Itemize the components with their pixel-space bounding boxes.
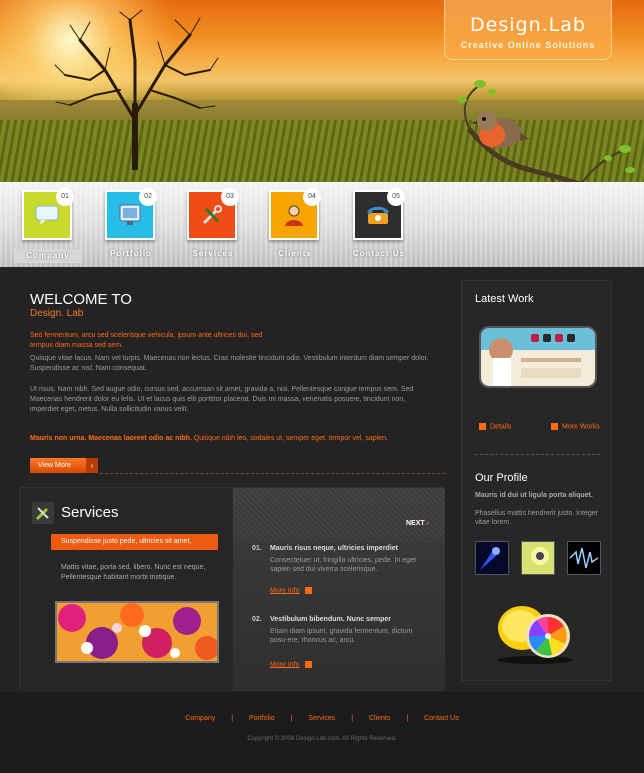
header-banner: Design.Lab Creative Online Solutions <box>0 0 644 182</box>
profile-thumbnail[interactable] <box>521 541 555 575</box>
profile-thumbnail[interactable] <box>475 541 509 575</box>
news-number: 01. <box>252 545 262 552</box>
profile-highlight: Mauris id dui ut ligula porta aliquet. <box>475 492 593 499</box>
nav-label-company: Company <box>14 249 82 263</box>
sidebar: Latest Work Details More Works Our Profi… <box>461 280 612 681</box>
nav-number: 03 <box>221 188 239 206</box>
footer-link-contact[interactable]: Contact Us <box>424 715 459 722</box>
latest-work-thumbnail[interactable] <box>479 326 597 388</box>
sidebar-divider <box>475 454 600 455</box>
nav-label-services: Services <box>192 249 234 258</box>
main-nav: 01 Company 02 Portfolio 03 Services 04 C… <box>0 182 644 267</box>
footer-link-portfolio[interactable]: Portfolio <box>249 715 275 722</box>
citrus-illustration <box>497 606 573 664</box>
footer-link-clients[interactable]: Clients <box>369 715 390 722</box>
services-intro: Services Suspendisse justo pede, ultrici… <box>20 488 232 691</box>
details-label: Details <box>490 423 512 431</box>
footer-links: Company | Portfolio | Services | Clients… <box>0 715 644 722</box>
dashed-divider <box>100 473 445 474</box>
news-body: Etiam diam ipsum, gravida fermentum, dic… <box>270 628 413 644</box>
more-info-label: More Info <box>270 587 300 595</box>
intro-text: Sed fermentum, arcu sed scelerisque vehi… <box>30 332 263 349</box>
news-number: 02. <box>252 616 262 623</box>
profile-title: Our Profile <box>475 472 528 484</box>
welcome-subtitle: Design. Lab <box>30 308 84 319</box>
phone-icon <box>367 206 389 224</box>
footer-link-services[interactable]: Services <box>308 715 335 722</box>
nav-item-company[interactable]: 01 Company <box>14 188 82 266</box>
footer-separator: | <box>406 715 409 722</box>
more-info-link[interactable]: More Info <box>270 587 312 594</box>
footer-separator: | <box>351 715 354 722</box>
profile-thumbnail[interactable] <box>567 541 601 575</box>
news-title: Vestibulum bibendum. Nunc semper <box>270 616 391 623</box>
footer-link-company[interactable]: Company <box>185 715 215 722</box>
tools-icon <box>202 205 222 225</box>
branch-illustration <box>457 80 635 182</box>
arrow-right-icon: › <box>86 458 98 473</box>
footer: Company | Portfolio | Services | Clients… <box>0 692 644 773</box>
tree-illustration <box>54 10 219 170</box>
services-text: Mattis vitae, porta sed, libero. Nunc es… <box>61 564 206 581</box>
nav-item-clients[interactable]: 04 Clients <box>267 188 327 266</box>
arrow-icon <box>304 587 312 594</box>
nav-number: 01 <box>56 188 74 206</box>
robin-bird-illustration <box>471 111 530 148</box>
nav-number: 02 <box>139 188 157 206</box>
main-content: WELCOME TO Design. Lab Sed fermentum, ar… <box>0 267 644 692</box>
welcome-paragraph-2: Ut risus. Nam nibh. Sed augue odio, curs… <box>30 386 414 413</box>
profile-text: Phasellus mattis hendrerit justo. Intege… <box>475 510 598 526</box>
news-item: 01. Mauris risus neque, ultricies imperd… <box>252 545 432 605</box>
news-body: Consectetuer ut, fringilla ultricies, pe… <box>270 557 416 573</box>
view-more-button[interactable]: View More › <box>30 458 98 473</box>
nav-item-contact[interactable]: 05 Contact Us <box>351 188 411 266</box>
arrow-icon <box>479 423 486 430</box>
nav-label-contact: Contact Us <box>352 249 406 258</box>
footer-separator: | <box>231 715 234 722</box>
logo-tagline: Creative Online Solutions <box>460 40 596 50</box>
news-title: Mauris risus neque, ultricies imperdiet <box>270 545 398 552</box>
arrow-icon <box>551 423 558 430</box>
services-title: Services <box>61 504 119 521</box>
nav-number: 05 <box>387 188 405 206</box>
services-highlight-bar: Suspendisse justo pede, ultricies sit am… <box>51 534 218 550</box>
logo-title: Design.Lab <box>470 14 586 36</box>
arrow-icon <box>304 661 312 668</box>
welcome-highlight: Mauris non urna. Maecenas laoreet odio a… <box>30 435 440 442</box>
welcome-paragraph-1: Quisque vitae lacus. Nam vel turpis. Mae… <box>30 355 429 372</box>
floral-artwork-image <box>55 601 219 663</box>
nav-item-portfolio[interactable]: 02 Portfolio <box>103 188 163 266</box>
highlight-rest: Quisque nibh leo, sodales ut, semper ege… <box>191 435 388 442</box>
footer-separator: | <box>290 715 293 722</box>
nav-label-portfolio: Portfolio <box>110 249 152 258</box>
nav-number: 04 <box>303 188 321 206</box>
details-link[interactable]: Details <box>479 423 511 430</box>
more-info-link[interactable]: More Info <box>270 661 312 668</box>
news-item: 02. Vestibulum bibendum. Nunc semper Eti… <box>252 616 432 676</box>
more-info-label: More Info <box>270 661 300 669</box>
next-arrow-icon: › <box>426 520 429 527</box>
latest-work-title: Latest Work <box>475 293 534 305</box>
more-works-label: More Works <box>562 423 600 431</box>
logo-box[interactable]: Design.Lab Creative Online Solutions <box>444 0 612 60</box>
more-works-link[interactable]: More Works <box>551 423 600 430</box>
monitor-icon <box>119 204 141 225</box>
chat-bubble-icon <box>35 205 59 225</box>
copyright-text: Copyright © 2008 Design Lab.com. All Rig… <box>247 736 397 742</box>
welcome-title: WELCOME TO <box>30 291 132 308</box>
nav-label-clients: Clients <box>278 249 312 258</box>
nav-item-services[interactable]: 03 Services <box>185 188 245 266</box>
services-section: Services Suspendisse justo pede, ultrici… <box>19 487 445 691</box>
person-icon <box>285 205 303 226</box>
next-button[interactable]: NEXT › <box>406 520 429 527</box>
services-news: NEXT › 01. Mauris risus neque, ultricies… <box>233 488 445 691</box>
tools-icon <box>32 502 54 524</box>
page: Design.Lab Creative Online Solutions 01 … <box>0 0 644 773</box>
hatch-pattern <box>233 488 445 543</box>
view-more-label: View More <box>38 462 71 469</box>
next-label: NEXT <box>406 520 425 527</box>
highlight-lead: Mauris non urna. Maecenas laoreet odio a… <box>30 435 192 442</box>
